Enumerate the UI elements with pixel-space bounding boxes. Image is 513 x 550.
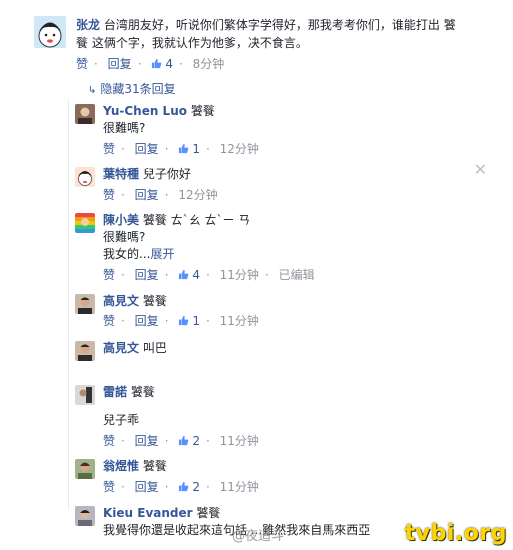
thumbs-up-icon (179, 435, 189, 446)
cartoon-avatar-icon (75, 167, 95, 187)
reply-line1: 陳小美 饕餮 ㄊˋㄠ ㄊˋㄧ ㄢ (103, 212, 250, 229)
reply-line1: 高見文 饕餮 (103, 293, 167, 310)
like-button[interactable]: 赞 (103, 480, 115, 494)
thread-line (68, 100, 69, 510)
thumbs-up-icon (152, 58, 162, 69)
reply-time[interactable]: 11分钟 (220, 480, 259, 494)
reply-button[interactable]: 回复 (135, 268, 159, 282)
user-photo-icon (75, 385, 95, 405)
reply-text: 饕餮 (142, 294, 167, 308)
reply-actions: 赞 · 回复 · 2 · 11分钟 (103, 480, 259, 494)
reply-author[interactable]: 高見文 (103, 341, 139, 355)
like-count[interactable]: 1 (178, 314, 200, 328)
reply-text: 饕餮 (196, 506, 221, 520)
reply-line1: 葉特種 兒子你好 (103, 166, 191, 183)
reply-text-line3: 我女的...展开 (103, 247, 175, 261)
user-photo-icon (75, 294, 95, 314)
post-line-2: 餮 这俩个字，我就认作为他爹，决不食言。 (76, 35, 308, 52)
like-button[interactable]: 赞 (103, 268, 115, 282)
reply-text-line2: 很難嗎? (103, 121, 146, 135)
post-author[interactable]: 张龙 (76, 18, 100, 32)
user-photo-icon (75, 459, 95, 479)
cartoon-avatar-icon (34, 16, 66, 48)
reply-text: 饕餮 ㄊˋㄠ ㄊˋㄧ ㄢ (142, 213, 251, 227)
site-watermark: tvbi.org (404, 521, 507, 546)
thumbs-up-icon (179, 315, 189, 326)
thumbs-up-icon (179, 143, 189, 154)
reply-button[interactable]: 回复 (108, 57, 132, 71)
reply-author[interactable]: 高見文 (103, 294, 139, 308)
post-actions: 赞 · 回复 · 4 · 8分钟 (76, 57, 225, 71)
like-button[interactable]: 赞 (103, 434, 115, 448)
like-count[interactable]: 1 (178, 142, 200, 156)
avatar[interactable] (75, 104, 95, 124)
reply-button[interactable]: 回复 (135, 142, 159, 156)
like-button[interactable]: 赞 (76, 57, 88, 71)
reply-text: 饕餮 (130, 385, 155, 399)
edited-label[interactable]: 已编辑 (279, 268, 315, 282)
user-photo-icon (75, 341, 95, 361)
reply-actions: 赞 · 回复 · 4 · 11分钟 · 已编辑 (103, 268, 315, 282)
reply-line1: Yu-Chen Luo 饕餮 (103, 103, 215, 120)
reply-actions: 赞 · 回复 · 1 · 11分钟 (103, 314, 259, 328)
post-text-line2: 餮 这俩个字，我就认作为他爹，决不食言。 (76, 36, 308, 50)
reply-author[interactable]: Yu-Chen Luo (103, 104, 187, 118)
reply-line1: 高見文 叫巴 (103, 340, 167, 357)
reply-text: 饕餮 (190, 104, 215, 118)
reply-text-line2: 兒子乖 (103, 413, 140, 427)
reply-button[interactable]: 回复 (135, 188, 159, 202)
post-line-1: 张龙 台湾朋友好，听说你们繁体字学得好，那我考考你们，谁能打出 饕 (76, 17, 456, 34)
user-photo-icon (75, 104, 95, 124)
reply-text-line2: 很難嗎? (103, 230, 146, 244)
reply-author[interactable]: 葉特種 (103, 167, 139, 181)
reply-actions: 赞 · 回复 · 1 · 12分钟 (103, 142, 259, 156)
reply-button[interactable]: 回复 (135, 480, 159, 494)
reply-button[interactable]: 回复 (135, 434, 159, 448)
reply-time[interactable]: 12分钟 (178, 188, 217, 202)
reply-author[interactable]: 雷諾 (103, 385, 127, 399)
hidden-replies-toggle[interactable]: ↳ 隐藏31条回复 (88, 81, 176, 99)
avatar[interactable] (75, 459, 95, 479)
like-count[interactable]: 4 (151, 57, 173, 71)
reply-line1: 翁煜惟 饕餮 (103, 458, 167, 475)
weibo-watermark: @夜追斗 (232, 529, 285, 544)
reply-button[interactable]: 回复 (135, 314, 159, 328)
reply-time[interactable]: 11分钟 (220, 434, 259, 448)
avatar[interactable] (75, 385, 95, 405)
post-text-line1: 台湾朋友好，听说你们繁体字学得好，那我考考你们，谁能打出 饕 (103, 18, 456, 32)
thumbs-up-icon (179, 481, 189, 492)
reply-arrow-icon: ↳ (88, 85, 97, 96)
reply-text: 兒子你好 (142, 167, 191, 181)
reply-actions: 赞 · 回复 · 12分钟 (103, 188, 218, 202)
reply-text: 叫巴 (142, 341, 167, 355)
reply-time[interactable]: 11分钟 (220, 314, 259, 328)
like-count[interactable]: 4 (178, 268, 200, 282)
reply-time[interactable]: 12分钟 (220, 142, 259, 156)
reply-line1: Kieu Evander 饕餮 (103, 505, 220, 522)
avatar[interactable] (75, 213, 95, 233)
see-more-link[interactable]: 展开 (150, 247, 174, 261)
reply-author[interactable]: 翁煜惟 (103, 459, 139, 473)
avatar[interactable] (75, 294, 95, 314)
like-button[interactable]: 赞 (103, 142, 115, 156)
thumbs-up-icon (179, 269, 189, 280)
avatar[interactable] (75, 341, 95, 361)
rainbow-avatar-icon (75, 213, 95, 233)
avatar[interactable] (34, 16, 66, 48)
reply-actions: 赞 · 回复 · 2 · 11分钟 (103, 434, 259, 448)
avatar[interactable] (75, 506, 95, 526)
reply-time[interactable]: 11分钟 (220, 268, 259, 282)
reply-text: 饕餮 (142, 459, 167, 473)
close-icon[interactable]: ✕ (474, 162, 487, 178)
like-button[interactable]: 赞 (103, 314, 115, 328)
post-time[interactable]: 8分钟 (193, 57, 225, 71)
avatar[interactable] (75, 167, 95, 187)
like-count[interactable]: 2 (178, 434, 200, 448)
like-count[interactable]: 2 (178, 480, 200, 494)
reply-author[interactable]: 陳小美 (103, 213, 139, 227)
user-photo-icon (75, 506, 95, 526)
reply-author[interactable]: Kieu Evander (103, 506, 193, 520)
reply-line1: 雷諾 饕餮 (103, 384, 155, 401)
like-button[interactable]: 赞 (103, 188, 115, 202)
